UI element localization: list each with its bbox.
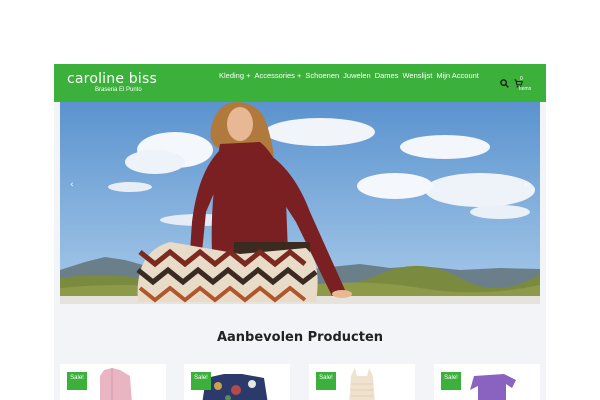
nav-item-mijn-account[interactable]: Mijn Account <box>436 71 479 80</box>
logo-name: caroline biss <box>67 71 157 87</box>
cart-label: Items <box>519 86 532 92</box>
nav-item-dames[interactable]: Dames <box>375 71 399 80</box>
slider-prev-button[interactable]: ‹ <box>70 180 74 190</box>
site-container: caroline biss Braseria El Punto Kleding … <box>54 64 546 400</box>
product-card[interactable]: Sale! <box>60 364 166 400</box>
product-card[interactable]: Sale! <box>309 364 415 400</box>
nav-item-kleding[interactable]: Kleding + <box>219 71 250 80</box>
cart-button[interactable]: 0 Items <box>514 76 542 97</box>
site-header: caroline biss Braseria El Punto Kleding … <box>54 64 546 102</box>
logo-subtitle: Braseria El Punto <box>95 87 142 93</box>
sale-badge: Sale! <box>67 372 87 390</box>
sale-badge: Sale! <box>316 372 336 390</box>
product-card[interactable]: Sale! <box>434 364 540 400</box>
main-nav: Kleding + Accessories + Schoenen Juwelen… <box>219 71 479 80</box>
sale-badge: Sale! <box>441 372 461 390</box>
cart-count: 0 <box>520 76 523 82</box>
hero-slider[interactable]: ‹ › <box>60 102 540 304</box>
product-card[interactable]: Sale! <box>184 364 290 400</box>
logo[interactable]: caroline biss Braseria El Punto <box>67 71 157 93</box>
nav-item-wenslijst[interactable]: Wenslijst <box>402 71 432 80</box>
hero-image <box>60 102 540 304</box>
section-title: Aanbevolen Producten <box>216 330 384 345</box>
slider-next-button[interactable]: › <box>524 180 528 190</box>
nav-item-schoenen[interactable]: Schoenen <box>305 71 339 80</box>
nav-item-accessories[interactable]: Accessories + <box>254 71 301 80</box>
nav-item-juwelen[interactable]: Juwelen <box>343 71 371 80</box>
sale-badge: Sale! <box>191 372 211 390</box>
product-grid: Sale! Sale! Sale! Sale! <box>54 364 546 400</box>
search-icon[interactable] <box>500 79 509 88</box>
